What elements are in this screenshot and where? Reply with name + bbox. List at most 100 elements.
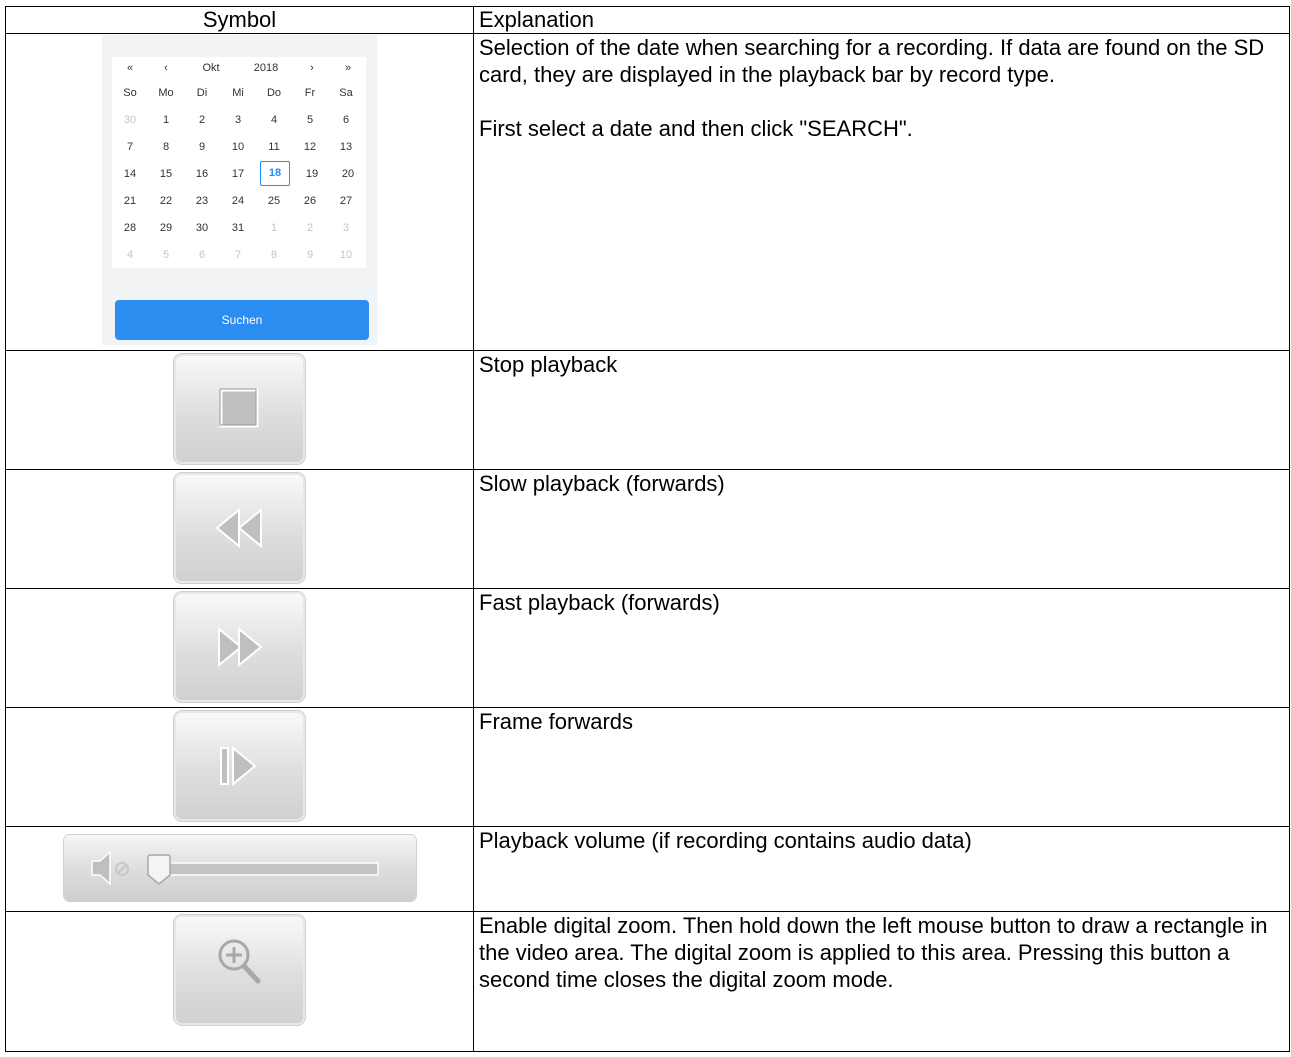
calendar-day[interactable]: 30 [184, 222, 220, 234]
first-year-icon[interactable]: « [112, 62, 148, 74]
calendar-day[interactable]: 10 [220, 141, 256, 153]
calendar-day[interactable]: 16 [184, 168, 220, 180]
explanation-text: Playback volume (if recording contains a… [479, 828, 972, 853]
calendar-day[interactable]: 22 [148, 195, 184, 207]
table-row: Enable digital zoom. Then hold down the … [5, 911, 1290, 1052]
symbol-cell [5, 826, 474, 912]
calendar-day[interactable]: 1 [148, 114, 184, 126]
symbol-cell [5, 350, 474, 470]
calendar-day[interactable]: 4 [112, 249, 148, 261]
explanation-cell: Fast playback (forwards) [473, 588, 1290, 708]
frame-forward-button[interactable] [174, 711, 305, 821]
calendar-day[interactable]: 9 [184, 141, 220, 153]
weekday-label: Di [196, 86, 208, 99]
calendar-day[interactable]: 20 [330, 168, 366, 180]
calendar-day[interactable]: 21 [112, 195, 148, 207]
table-row: Playback volume (if recording contains a… [5, 826, 1290, 912]
slow-forward-button[interactable] [174, 473, 305, 583]
calendar-day[interactable]: 26 [292, 195, 328, 207]
calendar-day[interactable]: 3 [328, 222, 364, 234]
explanation-text: Selection of the date when searching for… [479, 35, 1265, 87]
calendar-day[interactable]: 8 [256, 249, 292, 261]
calendar-day[interactable]: 2 [184, 114, 220, 126]
calendar-day[interactable]: 24 [220, 195, 256, 207]
calendar-day[interactable]: 9 [292, 249, 328, 261]
calendar-day[interactable]: 7 [220, 249, 256, 261]
calendar-day[interactable]: 12 [292, 141, 328, 153]
week-row: 14 15 16 17 18 19 20 [112, 160, 366, 187]
calendar-day[interactable]: 23 [184, 195, 220, 207]
calendar-day[interactable]: 29 [148, 222, 184, 234]
weekday-label: Fr [304, 86, 316, 99]
explanation-cell: Enable digital zoom. Then hold down the … [473, 911, 1290, 1052]
calendar-day[interactable]: 30 [112, 114, 148, 126]
slow-forward-icon [214, 507, 262, 549]
fast-forward-button[interactable] [174, 592, 305, 702]
header-explanation: Explanation [473, 6, 1290, 34]
calendar-header: « ‹ Okt 2018 › » [112, 57, 366, 79]
table-row: Fast playback (forwards) [5, 588, 1290, 708]
table-header-row: Symbol Explanation [5, 6, 1290, 34]
header-symbol: Symbol [5, 6, 474, 34]
prev-month-icon[interactable]: ‹ [148, 62, 184, 74]
calendar-day[interactable]: 31 [220, 222, 256, 234]
fast-forward-icon [217, 626, 263, 668]
zoom-in-icon [218, 939, 260, 984]
calendar-day[interactable]: 5 [148, 249, 184, 261]
symbol-cell [5, 911, 474, 1052]
weekday-label: Do [266, 86, 282, 99]
calendar-day[interactable]: 3 [220, 114, 256, 126]
calendar: « ‹ Okt 2018 › » So Mo Di Mi Do Fr Sa 30… [112, 57, 366, 268]
calendar-day[interactable]: 15 [148, 168, 184, 180]
explanation-cell: Frame forwards [473, 707, 1290, 827]
calendar-day[interactable]: 8 [148, 141, 184, 153]
symbol-cell [5, 469, 474, 589]
next-month-icon[interactable]: › [294, 62, 330, 74]
calendar-day[interactable]: 17 [220, 168, 256, 180]
calendar-day[interactable]: 1 [256, 222, 292, 234]
stop-icon [219, 388, 258, 428]
symbol-cell: « ‹ Okt 2018 › » So Mo Di Mi Do Fr Sa 30… [5, 33, 474, 351]
explanation-text: Fast playback (forwards) [479, 590, 720, 615]
zoom-button[interactable] [174, 915, 305, 1025]
calendar-day[interactable]: 19 [294, 168, 330, 180]
weekday-row: So Mo Di Mi Do Fr Sa [112, 79, 366, 106]
explanation-text: First select a date and then click "SEAR… [479, 116, 913, 141]
volume-thumb[interactable] [146, 854, 171, 885]
calendar-day[interactable]: 5 [292, 114, 328, 126]
week-row: 28 29 30 31 1 2 3 [112, 214, 366, 241]
calendar-day[interactable]: 6 [184, 249, 220, 261]
stop-button[interactable] [174, 354, 305, 464]
calendar-day[interactable]: 28 [112, 222, 148, 234]
week-row: 7 8 9 10 11 12 13 [112, 133, 366, 160]
weekday-label: Mo [158, 86, 174, 99]
calendar-day[interactable]: 14 [112, 168, 148, 180]
year-label[interactable]: 2018 [238, 62, 294, 74]
table-row: Frame forwards [5, 707, 1290, 827]
volume-control [90, 850, 379, 886]
calendar-day[interactable]: 13 [328, 141, 364, 153]
last-year-icon[interactable]: » [330, 62, 366, 74]
volume-slider[interactable] [63, 835, 416, 901]
calendar-day[interactable]: 7 [112, 141, 148, 153]
calendar-day[interactable]: 6 [328, 114, 364, 126]
calendar-day[interactable]: 25 [256, 195, 292, 207]
explanation-text: Slow playback (forwards) [479, 471, 725, 496]
calendar-day-selected[interactable]: 18 [260, 161, 290, 186]
calendar-day[interactable]: 4 [256, 114, 292, 126]
month-label[interactable]: Okt [184, 62, 238, 74]
explanation-text: Stop playback [479, 352, 618, 377]
calendar-day[interactable]: 27 [328, 195, 364, 207]
explanation-cell: Slow playback (forwards) [473, 469, 1290, 589]
symbol-cell [5, 588, 474, 708]
calendar-day[interactable]: 2 [292, 222, 328, 234]
explanation-cell: Selection of the date when searching for… [473, 33, 1290, 351]
search-button[interactable]: Suchen [115, 300, 369, 340]
symbol-explanation-table: Symbol Explanation « ‹ Okt 2018 › » So M… [5, 6, 1290, 1052]
table-row: Stop playback [5, 350, 1290, 470]
calendar-day[interactable]: 10 [328, 249, 364, 261]
symbol-cell [5, 707, 474, 827]
table-row: Slow playback (forwards) [5, 469, 1290, 589]
explanation-cell: Stop playback [473, 350, 1290, 470]
calendar-day[interactable]: 11 [256, 141, 292, 153]
